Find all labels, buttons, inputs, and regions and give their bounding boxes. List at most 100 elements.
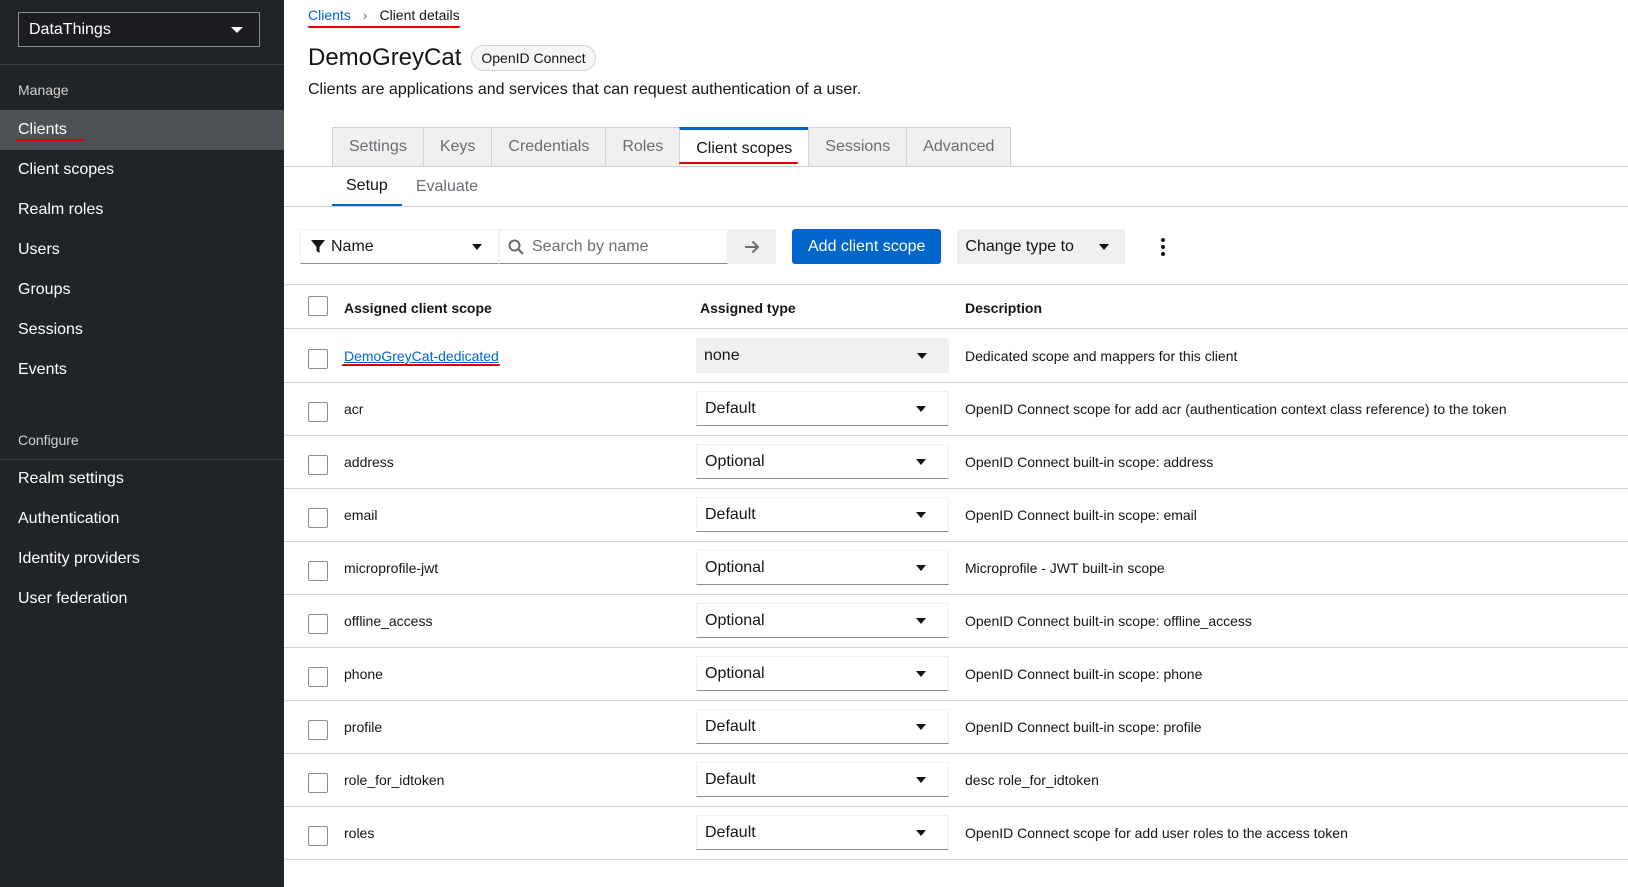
sidebar-item-label: Groups <box>18 281 71 298</box>
realm-name: DataThings <box>29 20 111 38</box>
sidebar-item-clients[interactable]: Clients <box>0 110 284 150</box>
caret-down-icon <box>916 405 926 412</box>
arrow-right-icon <box>745 240 760 253</box>
assigned-type-dropdown[interactable]: Optional <box>696 444 949 479</box>
assigned-type-dropdown[interactable]: Optional <box>696 656 949 691</box>
row-checkbox[interactable] <box>308 667 328 687</box>
table-row: address Optional OpenID Connect built-in s… <box>284 436 1628 489</box>
page-description: Clients are applications and services th… <box>308 81 862 98</box>
sidebar-item-sessions[interactable]: Sessions <box>0 310 284 350</box>
sidebar-item-label: User federation <box>18 590 128 607</box>
assigned-type-dropdown[interactable]: none <box>696 338 949 373</box>
search-input[interactable] <box>532 237 712 256</box>
sidebar-item-label: Realm settings <box>18 470 124 487</box>
row-checkbox[interactable] <box>308 826 328 846</box>
assigned-type-dropdown[interactable]: Optional <box>696 603 949 638</box>
sidebar-item-realm-settings[interactable]: Realm settings <box>0 459 284 499</box>
description-cell: OpenID Connect built-in scope: email <box>965 507 1197 523</box>
sidebar-item-client-scopes[interactable]: Client scopes <box>0 150 284 190</box>
caret-down-icon <box>231 26 243 33</box>
tab-keys[interactable]: Keys <box>422 127 492 167</box>
assigned-type-value: Optional <box>705 558 765 576</box>
caret-down-icon <box>916 723 926 730</box>
scope-name-link[interactable]: DemoGreyCat-dedicated <box>344 348 499 364</box>
assigned-type-dropdown[interactable]: Default <box>696 391 949 426</box>
table-row: DemoGreyCat-dedicated none Dedicated scope… <box>284 330 1628 383</box>
row-checkbox[interactable] <box>308 720 328 740</box>
sidebar-item-label: Users <box>18 241 60 258</box>
sidebar-item-authentication[interactable]: Authentication <box>0 499 284 539</box>
table-header: Assigned client scope Assigned type Desc… <box>284 285 1628 329</box>
assigned-type-value: Optional <box>705 611 765 629</box>
caret-down-icon <box>916 776 926 783</box>
description-cell: Dedicated scope and mappers for this cli… <box>965 348 1238 364</box>
table-row: profile Default OpenID Connect built-in sc… <box>284 701 1628 754</box>
scope-name-cell: profile <box>344 719 383 735</box>
assigned-type-dropdown[interactable]: Optional <box>696 550 949 585</box>
search-box <box>499 229 728 264</box>
assigned-type-value: Optional <box>705 452 765 470</box>
table-row: microprofile-jwt Optional Microprofile - J… <box>284 542 1628 595</box>
filter-attribute-select[interactable]: Name <box>300 229 499 264</box>
description-cell: OpenID Connect built-in scope: phone <box>965 666 1203 682</box>
row-checkbox[interactable] <box>308 561 328 581</box>
row-checkbox[interactable] <box>308 508 328 528</box>
protocol-badge: OpenID Connect <box>471 45 596 71</box>
row-checkbox[interactable] <box>308 773 328 793</box>
tab-client-scopes[interactable]: Client scopes <box>679 127 809 167</box>
realm-selector[interactable]: DataThings <box>18 12 260 47</box>
sidebar-item-identity-providers[interactable]: Identity providers <box>0 539 284 579</box>
table-row: email Default OpenID Connect built-in scop… <box>284 489 1628 542</box>
search-submit-button[interactable] <box>728 229 776 264</box>
description-cell: OpenID Connect built-in scope: address <box>965 454 1214 470</box>
kebab-menu-icon[interactable] <box>1155 229 1171 264</box>
scope-name-cell: roles <box>344 825 375 841</box>
scope-name-cell: acr <box>344 401 364 417</box>
sidebar-item-label: Authentication <box>18 510 120 527</box>
main-content: Clients › Client details DemoGreyCat Ope… <box>284 0 1628 887</box>
row-checkbox[interactable] <box>308 349 328 369</box>
subtab-setup[interactable]: Setup <box>332 167 402 207</box>
assigned-type-dropdown[interactable]: Default <box>696 497 949 532</box>
sidebar-item-user-federation[interactable]: User federation <box>0 579 284 619</box>
sidebar-item-events[interactable]: Events <box>0 350 284 390</box>
section-title-manage: Manage <box>18 82 69 98</box>
row-checkbox[interactable] <box>308 402 328 422</box>
sidebar: DataThings Manage Clients Client scopes … <box>0 0 284 887</box>
change-type-label: Change type to <box>965 237 1074 255</box>
sidebar-item-groups[interactable]: Groups <box>0 270 284 310</box>
subtab-bar: Setup Evaluate <box>332 167 492 207</box>
annotation-underline <box>308 26 460 28</box>
assigned-type-value: Default <box>705 770 756 788</box>
subtab-evaluate[interactable]: Evaluate <box>402 167 492 207</box>
assigned-type-dropdown[interactable]: Default <box>696 815 949 850</box>
description-cell: OpenID Connect scope for add user roles … <box>965 825 1348 841</box>
chevron-right-icon: › <box>362 7 368 23</box>
sidebar-item-label: Realm roles <box>18 201 104 218</box>
row-checkbox[interactable] <box>308 455 328 475</box>
tab-settings[interactable]: Settings <box>332 127 423 167</box>
scope-name-cell: phone <box>344 666 383 682</box>
sidebar-item-realm-roles[interactable]: Realm roles <box>0 190 284 230</box>
breadcrumb-link-clients[interactable]: Clients <box>308 7 351 23</box>
table-row: role_for_idtoken Default desc role_for_idt… <box>284 754 1628 807</box>
assigned-type-dropdown[interactable]: Default <box>696 709 949 744</box>
table-row: acr Default OpenID Connect scope for add a… <box>284 383 1628 436</box>
caret-down-icon <box>916 511 926 518</box>
caret-down-icon <box>916 829 926 836</box>
change-type-dropdown[interactable]: Change type to <box>957 229 1126 264</box>
description-cell: desc role_for_idtoken <box>965 772 1099 788</box>
scope-name-cell: microprofile-jwt <box>344 560 439 576</box>
tab-credentials[interactable]: Credentials <box>491 127 606 167</box>
sidebar-item-label: Events <box>18 361 67 378</box>
tab-sessions[interactable]: Sessions <box>808 127 907 167</box>
add-client-scope-button[interactable]: Add client scope <box>792 229 942 264</box>
page-title: DemoGreyCat OpenID Connect <box>308 44 596 72</box>
assigned-type-dropdown[interactable]: Default <box>696 762 949 797</box>
tab-roles[interactable]: Roles <box>605 127 680 167</box>
tab-advanced[interactable]: Advanced <box>906 127 1012 167</box>
select-all-checkbox[interactable] <box>308 296 328 316</box>
sidebar-item-users[interactable]: Users <box>0 230 284 270</box>
row-checkbox[interactable] <box>308 614 328 634</box>
scope-name-cell: role_for_idtoken <box>344 772 445 788</box>
